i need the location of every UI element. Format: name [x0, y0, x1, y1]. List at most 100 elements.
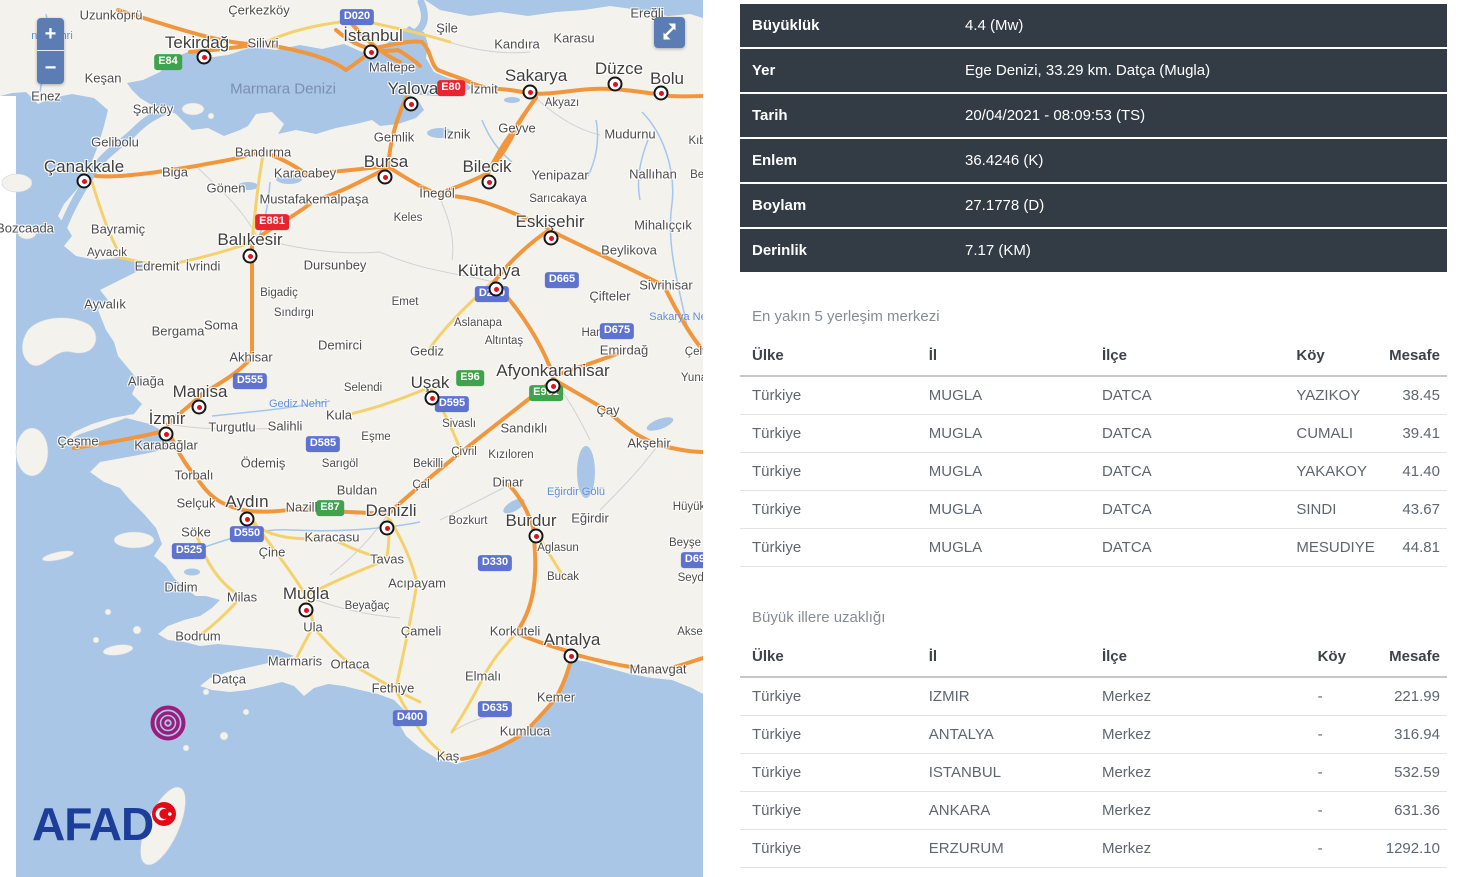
detail-value: 20/04/2021 - 08:09:53 (TS) [953, 94, 1447, 137]
table-header-cell: İlçe [1090, 347, 1284, 364]
table-cell: YAZIKOY [1284, 387, 1369, 404]
fullscreen-arrow-icon [660, 22, 679, 41]
table-header-cell: Mesafe [1366, 648, 1447, 665]
zoom-out-button[interactable]: − [37, 51, 64, 84]
table-cell: DATCA [1090, 425, 1284, 442]
detail-label: Tarih [740, 94, 953, 137]
table-cell: Merkez [1090, 764, 1306, 781]
table-cell: Türkiye [740, 764, 917, 781]
table-cell: 44.81 [1369, 539, 1447, 556]
table-header-row: ÜlkeİlİlçeKöyMesafe [740, 339, 1447, 377]
table-cell: CUMALI [1284, 425, 1369, 442]
nearest-settlements-table: ÜlkeİlİlçeKöyMesafeTürkiyeMUGLADATCAYAZI… [740, 339, 1447, 567]
earthquake-details-table: Büyüklük4.4 (Mw)YerEge Denizi, 33.29 km.… [740, 4, 1447, 272]
earthquake-info-panel: Büyüklük4.4 (Mw)YerEge Denizi, 33.29 km.… [740, 4, 1447, 868]
detail-row: Derinlik7.17 (KM) [740, 229, 1447, 272]
table-header-cell: Mesafe [1369, 347, 1447, 364]
detail-value: 36.4246 (K) [953, 139, 1447, 182]
detail-row: Enlem36.4246 (K) [740, 139, 1447, 182]
table-cell: 43.67 [1369, 501, 1447, 518]
fullscreen-button[interactable] [654, 17, 685, 48]
table-cell: Merkez [1090, 726, 1306, 743]
table-cell: Türkiye [740, 425, 917, 442]
table-cell: MUGLA [917, 463, 1090, 480]
earthquake-detail-page: Marmara Denizine NehriGediz NehriSakarya… [0, 0, 1461, 877]
table-cell: - [1306, 802, 1366, 819]
nearest-settlements-title: En yakın 5 yerleşim merkezi [752, 308, 1447, 325]
detail-value: Ege Denizi, 33.29 km. Datça (Mugla) [953, 49, 1447, 92]
table-header-cell: İl [917, 347, 1090, 364]
table-header-cell: İlçe [1090, 648, 1306, 665]
table-cell: Türkiye [740, 501, 917, 518]
table-cell: YAKAKOY [1284, 463, 1369, 480]
table-cell: - [1306, 688, 1366, 705]
table-cell: - [1306, 840, 1366, 857]
detail-row: Boylam27.1778 (D) [740, 184, 1447, 227]
afad-logo: AFAD [32, 796, 202, 856]
table-cell: Türkiye [740, 840, 917, 857]
table-cell: Türkiye [740, 463, 917, 480]
table-cell: - [1306, 726, 1366, 743]
earthquake-epicenter-marker[interactable] [153, 708, 184, 739]
table-cell: SINDI [1284, 501, 1369, 518]
table-cell: DATCA [1090, 501, 1284, 518]
table-cell: ISTANBUL [917, 764, 1090, 781]
table-cell: 316.94 [1366, 726, 1447, 743]
table-row: TürkiyeISTANBULMerkez-532.59 [740, 754, 1447, 792]
table-cell: ANKARA [917, 802, 1090, 819]
table-cell: Türkiye [740, 688, 917, 705]
table-cell: Merkez [1090, 802, 1306, 819]
table-cell: - [1306, 764, 1366, 781]
table-cell: 631.36 [1366, 802, 1447, 819]
detail-value: 27.1778 (D) [953, 184, 1447, 227]
table-header-cell: Ülke [740, 347, 917, 364]
detail-row: Tarih20/04/2021 - 08:09:53 (TS) [740, 94, 1447, 137]
table-cell: ANTALYA [917, 726, 1090, 743]
table-cell: 41.40 [1369, 463, 1447, 480]
table-header-cell: Köy [1284, 347, 1369, 364]
table-cell: MUGLA [917, 387, 1090, 404]
table-cell: MUGLA [917, 425, 1090, 442]
table-cell: 39.41 [1369, 425, 1447, 442]
afad-logo-text: AFAD [32, 798, 153, 850]
detail-label: Enlem [740, 139, 953, 182]
table-row: TürkiyeMUGLADATCAMESUDIYE44.81 [740, 529, 1447, 567]
city-distances-section: Büyük illere uzaklığı ÜlkeİlİlçeKöyMesaf… [740, 609, 1447, 868]
city-distances-title: Büyük illere uzaklığı [752, 609, 1447, 626]
table-header-cell: İl [917, 648, 1090, 665]
table-row: TürkiyeANTALYAMerkez-316.94 [740, 716, 1447, 754]
table-cell: DATCA [1090, 463, 1284, 480]
table-cell: DATCA [1090, 387, 1284, 404]
table-row: TürkiyeANKARAMerkez-631.36 [740, 792, 1447, 830]
table-cell: 38.45 [1369, 387, 1447, 404]
detail-row: YerEge Denizi, 33.29 km. Datça (Mugla) [740, 49, 1447, 92]
city-distances-table: ÜlkeİlİlçeKöyMesafeTürkiyeIZMIRMerkez-22… [740, 640, 1447, 868]
table-row: TürkiyeMUGLADATCAYAKAKOY41.40 [740, 453, 1447, 491]
table-cell: Türkiye [740, 387, 917, 404]
table-cell: Türkiye [740, 726, 917, 743]
detail-label: Boylam [740, 184, 953, 227]
table-cell: MESUDIYE [1284, 539, 1369, 556]
table-cell: Merkez [1090, 840, 1306, 857]
table-header-row: ÜlkeİlİlçeKöyMesafe [740, 640, 1447, 678]
table-cell: Türkiye [740, 539, 917, 556]
zoom-in-button[interactable]: + [37, 18, 64, 51]
table-row: TürkiyeIZMIRMerkez-221.99 [740, 678, 1447, 716]
map-edge-blank [0, 96, 16, 877]
detail-label: Yer [740, 49, 953, 92]
nearest-settlements-section: En yakın 5 yerleşim merkezi ÜlkeİlİlçeKö… [740, 308, 1447, 567]
table-row: TürkiyeMUGLADATCACUMALI39.41 [740, 415, 1447, 453]
table-cell: Merkez [1090, 688, 1306, 705]
table-row: TürkiyeMUGLADATCAYAZIKOY38.45 [740, 377, 1447, 415]
detail-label: Derinlik [740, 229, 953, 272]
table-header-cell: Ülke [740, 648, 917, 665]
map-zoom-control: + − [37, 18, 64, 84]
table-cell: Türkiye [740, 802, 917, 819]
detail-value: 7.17 (KM) [953, 229, 1447, 272]
table-row: TürkiyeMUGLADATCASINDI43.67 [740, 491, 1447, 529]
map[interactable]: Marmara Denizine NehriGediz NehriSakarya… [0, 0, 703, 877]
table-header-cell: Köy [1306, 648, 1366, 665]
table-cell: DATCA [1090, 539, 1284, 556]
detail-value: 4.4 (Mw) [953, 4, 1447, 47]
detail-row: Büyüklük4.4 (Mw) [740, 4, 1447, 47]
